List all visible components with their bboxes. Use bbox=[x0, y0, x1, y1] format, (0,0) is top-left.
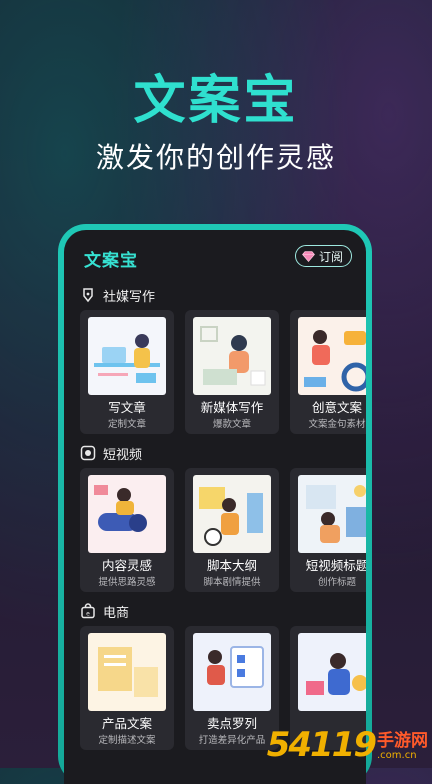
card-short-video-title[interactable]: 短视频标题 创作标题 bbox=[290, 468, 366, 592]
subscribe-label: 订阅 bbox=[318, 249, 343, 264]
write-article-illustration bbox=[88, 317, 166, 395]
card-title: 产品文案 bbox=[101, 716, 152, 731]
card-title: 写文章 bbox=[108, 400, 146, 415]
card-subtitle: 定制文章 bbox=[107, 419, 146, 430]
card-title: 短视频标题 bbox=[305, 558, 366, 573]
card-selling-points[interactable]: 卖点罗列 打造差异化产品 bbox=[185, 626, 279, 750]
section-title: 短视频 bbox=[103, 447, 143, 463]
card-subtitle: 打造差异化产品 bbox=[198, 735, 266, 746]
section-title: 社媒写作 bbox=[103, 289, 156, 305]
card-title: 内容灵感 bbox=[101, 558, 152, 573]
card-row-social: 写文章 定制文章 新媒体写作 爆款文章 创意文案 文案金句素材 bbox=[64, 310, 366, 438]
pen-nib-icon bbox=[80, 287, 96, 303]
card-creative-copy[interactable]: 创意文案 文案金句素材 bbox=[290, 310, 366, 434]
new-media-illustration bbox=[193, 317, 271, 395]
card-write-article[interactable]: 写文章 定制文章 bbox=[80, 310, 174, 434]
product-copy-illustration bbox=[88, 633, 166, 711]
shopping-bag-icon: e bbox=[80, 603, 96, 619]
card-subtitle: 脚本剧情提供 bbox=[203, 577, 261, 588]
section-header-ecommerce: e 电商 bbox=[64, 596, 366, 626]
inspiration-illustration bbox=[88, 475, 166, 553]
card-title: 卖点罗列 bbox=[206, 716, 257, 731]
record-icon bbox=[80, 445, 96, 461]
section-header-short-video: 短视频 bbox=[64, 438, 366, 468]
app-screen: 文案宝 订阅 社媒写作 写文章 定制文章 新媒体写作 爆款文章 创意文案 文案金… bbox=[64, 230, 366, 784]
card-title: 新媒体写作 bbox=[200, 400, 264, 415]
card-subtitle: 创作标题 bbox=[317, 577, 356, 588]
site-watermark: 54119 手游网 .com.cn bbox=[267, 728, 428, 762]
watermark-url: .com.cn bbox=[377, 750, 417, 761]
watermark-number: 54119 bbox=[266, 725, 377, 765]
card-subtitle: 提供思路灵感 bbox=[98, 577, 156, 588]
diamond-icon bbox=[302, 250, 315, 262]
subscribe-button[interactable]: 订阅 bbox=[294, 245, 352, 267]
card-script-outline[interactable]: 脚本大纲 脚本剧情提供 bbox=[185, 468, 279, 592]
ecommerce-third-illustration bbox=[298, 633, 366, 711]
card-content-inspiration[interactable]: 内容灵感 提供思路灵感 bbox=[80, 468, 174, 592]
hero-title: 文案宝 bbox=[133, 71, 299, 131]
card-row-short-video: 内容灵感 提供思路灵感 脚本大纲 脚本剧情提供 短视频标题 创作标题 bbox=[64, 468, 366, 596]
svg-text:e: e bbox=[86, 611, 90, 618]
watermark-text: 手游网 bbox=[377, 731, 428, 751]
section-title: 电商 bbox=[103, 605, 130, 621]
card-subtitle: 文案金句素材 bbox=[308, 419, 366, 430]
hero-subtitle: 激发你的创作灵感 bbox=[95, 141, 336, 174]
creative-copy-illustration bbox=[298, 317, 366, 395]
card-title: 脚本大纲 bbox=[206, 558, 257, 573]
phone-frame: 文案宝 订阅 社媒写作 写文章 定制文章 新媒体写作 爆款文章 创意文案 文案金… bbox=[58, 224, 372, 784]
app-logo: 文案宝 bbox=[84, 251, 138, 271]
card-product-copy[interactable]: 产品文案 定制描述文案 bbox=[80, 626, 174, 750]
card-new-media-writing[interactable]: 新媒体写作 爆款文章 bbox=[185, 310, 279, 434]
script-outline-illustration bbox=[193, 475, 271, 553]
card-subtitle: 定制描述文案 bbox=[98, 735, 156, 746]
short-video-title-illustration bbox=[298, 475, 366, 553]
card-subtitle: 爆款文章 bbox=[212, 419, 251, 430]
card-title: 创意文案 bbox=[311, 400, 362, 415]
app-bar: 文案宝 订阅 bbox=[64, 230, 366, 280]
section-header-social: 社媒写作 bbox=[64, 280, 366, 310]
selling-points-illustration bbox=[193, 633, 271, 711]
